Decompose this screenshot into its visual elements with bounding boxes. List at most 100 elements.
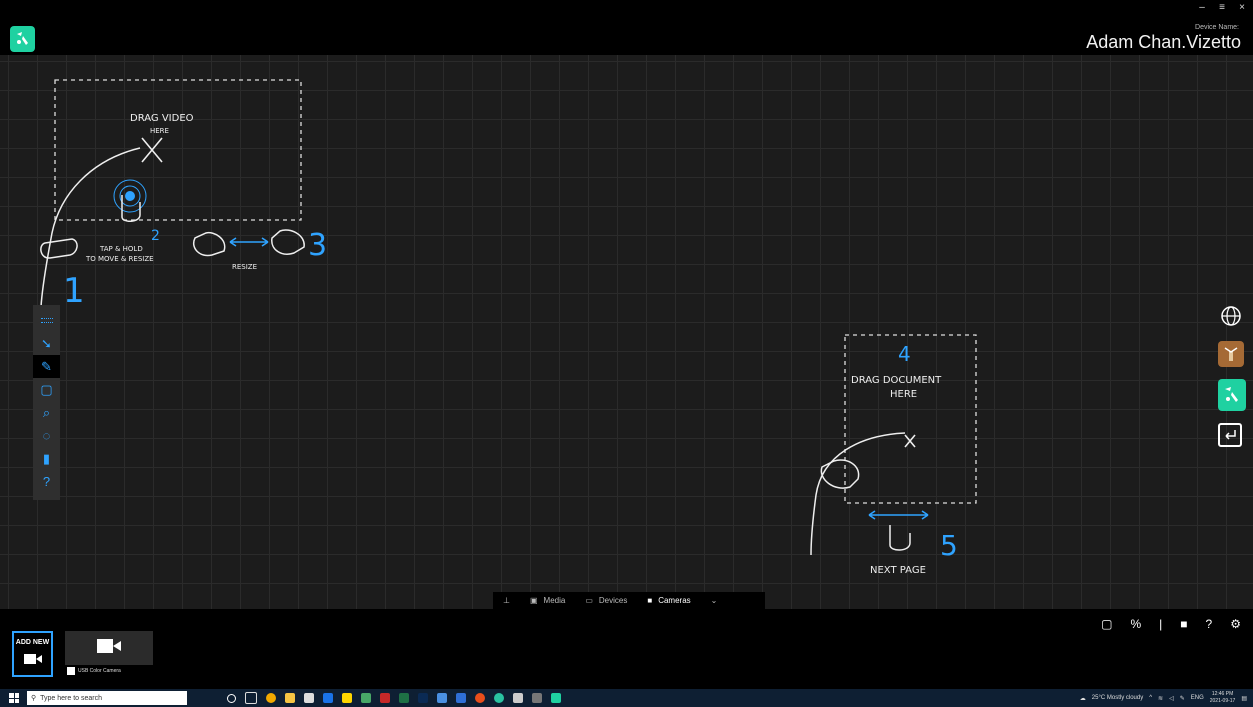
app-icon-5[interactable] (513, 693, 523, 703)
explorer-icon[interactable] (285, 693, 295, 703)
weather-text[interactable]: 25°C Mostly cloudy (1092, 695, 1143, 701)
page-icon: ▢ (40, 381, 53, 397)
app-icon-3[interactable] (456, 693, 466, 703)
whiteboard-icon[interactable]: ▢ (1101, 617, 1112, 631)
collapse-button[interactable]: ⌄ (701, 592, 728, 609)
document-drag-path (810, 432, 906, 556)
camera-caption: USB Color Camera (65, 665, 153, 677)
add-new-camera-button[interactable]: ADD NEW (12, 631, 53, 677)
camera-tile[interactable]: USB Color Camera (65, 631, 153, 677)
pen-tray-icon[interactable]: ✎ (1180, 695, 1185, 702)
system-tray: ☁ 25°C Mostly cloudy ^ ≋ ◁ ✎ ENG 12:46 P… (1080, 689, 1247, 707)
tab-devices[interactable]: ▭ Devices (575, 592, 637, 609)
store-icon[interactable] (304, 693, 314, 703)
resize-arrow-icon (229, 237, 269, 247)
windows-taskbar: ⚲ Type here to search ☁ 25°C Mostly clou… (0, 689, 1253, 707)
wood-app-icon (1224, 347, 1238, 361)
camera-panel: ADD NEW USB Color Camera ▢ % | ■ ? ⚙ (0, 609, 1253, 689)
folder-icon[interactable]: ■ (1180, 617, 1187, 631)
exit-button[interactable] (1218, 423, 1242, 447)
vizetto-app-button[interactable] (1218, 379, 1246, 411)
pen-icon: ✎ (41, 358, 52, 374)
maximize-button[interactable]: ≡ (1217, 2, 1227, 13)
outlook-icon[interactable] (323, 693, 333, 703)
language-indicator[interactable]: ENG (1191, 695, 1204, 701)
video-drop-zone (54, 79, 302, 221)
tap-hold-text: TAP & HOLD (99, 245, 143, 253)
lasso-tool-button[interactable]: ◌ (33, 424, 60, 447)
browser-button[interactable] (1218, 303, 1244, 329)
hand-left-icon (193, 231, 226, 257)
app-icon-6[interactable] (532, 693, 542, 703)
cortana-icon[interactable] (227, 693, 236, 703)
app-window: – ≡ × Device Name: Adam Chan.Vizetto DRA… (0, 0, 1253, 707)
excel-icon[interactable] (399, 693, 409, 703)
task-view-icon[interactable] (245, 692, 257, 704)
camera-preview-icon (97, 639, 121, 653)
media-icon: ▣ (529, 596, 538, 605)
help-tool-button[interactable]: ? (33, 470, 60, 493)
help-button[interactable]: ? (1206, 617, 1213, 631)
app-icon-2[interactable] (437, 693, 447, 703)
vizetto-taskbar-icon[interactable] (551, 693, 561, 703)
edge-icon[interactable] (494, 693, 504, 703)
help-icon: ? (42, 474, 51, 489)
lasso-icon: ◌ (42, 428, 51, 443)
windows-start-icon[interactable] (9, 693, 19, 703)
step-2-label: 2 (151, 228, 160, 244)
tray-chevron-icon[interactable]: ^ (1149, 695, 1152, 701)
step-4-label: 4 (898, 342, 911, 366)
tab-media[interactable]: ▣ Media (520, 592, 575, 609)
vizetto-logo[interactable] (10, 26, 35, 52)
drag-document-here-text: HERE (890, 389, 917, 400)
settings-gear-icon[interactable]: ⚙ (1230, 617, 1241, 631)
app-wood-button[interactable] (1218, 341, 1244, 367)
app-icon-1[interactable] (361, 693, 371, 703)
tab-cameras[interactable]: ■ Cameras (637, 592, 700, 609)
separator: | (1159, 617, 1163, 631)
zoom-tool-button[interactable]: ⌕ (33, 401, 60, 424)
photoshop-icon[interactable] (418, 693, 428, 703)
chrome-icon[interactable] (266, 693, 276, 703)
network-icon[interactable]: ≋ (1158, 695, 1163, 702)
drag-document-text: DRAG DOCUMENT (851, 375, 942, 386)
pin-button[interactable]: ⊥ (493, 592, 520, 609)
step-5-label: 5 (940, 529, 958, 562)
percent-icon[interactable]: % (1131, 617, 1142, 631)
notification-icon[interactable]: ▤ (1241, 695, 1247, 702)
resize-text: RESIZE (232, 263, 257, 271)
close-button[interactable]: × (1237, 2, 1247, 13)
pin-icon: ⊥ (503, 596, 510, 605)
next-page-arrow-icon (868, 510, 929, 520)
taskbar-search[interactable]: ⚲ Type here to search (27, 691, 187, 705)
step-1-label: 1 (63, 271, 85, 311)
window-controls: – ≡ × (1197, 2, 1247, 13)
drop-target-x-icon (141, 137, 163, 163)
bottom-tab-bar: ⊥ ▣ Media ▭ Devices ■ Cameras ⌄ (493, 592, 765, 609)
left-toolbar: ➘ ✎ ▢ ⌕ ◌ ▮ ? (33, 305, 60, 500)
device-name-label: Device Name: (1195, 24, 1239, 31)
clock[interactable]: 12:46 PM 2021-09-17 (1210, 691, 1236, 705)
weather-icon: ☁ (1079, 695, 1086, 702)
camera-small-icon (67, 667, 75, 675)
page-tool-button[interactable]: ▢ (33, 378, 60, 401)
camera-icon: ■ (647, 596, 653, 605)
drag-video-here-text: HERE (150, 127, 169, 135)
title-bar: – ≡ × Device Name: Adam Chan.Vizetto (0, 0, 1253, 55)
hand-document-icon (820, 459, 860, 489)
sticky-notes-icon[interactable] (342, 693, 352, 703)
app-icon-4[interactable] (475, 693, 485, 703)
whiteboard-canvas[interactable]: DRAG VIDEO HERE 2 TAP & HOLD TO MOVE & R… (0, 55, 1253, 609)
delete-tool-button[interactable]: ▮ (33, 447, 60, 470)
globe-icon (1221, 306, 1241, 326)
tap-hold-text-2: TO MOVE & RESIZE (85, 255, 154, 263)
volume-icon[interactable]: ◁ (1169, 695, 1174, 702)
step-3-label: 3 (308, 228, 327, 263)
pointer-tool-button[interactable]: ➘ (33, 332, 60, 355)
minimize-button[interactable]: – (1197, 2, 1207, 13)
device-name: Adam Chan.Vizetto (1086, 32, 1241, 52)
toolbar-grip[interactable] (33, 309, 60, 332)
pen-tool-button[interactable]: ✎ (33, 355, 60, 378)
filezilla-icon[interactable] (380, 693, 390, 703)
video-camera-icon (23, 654, 42, 664)
